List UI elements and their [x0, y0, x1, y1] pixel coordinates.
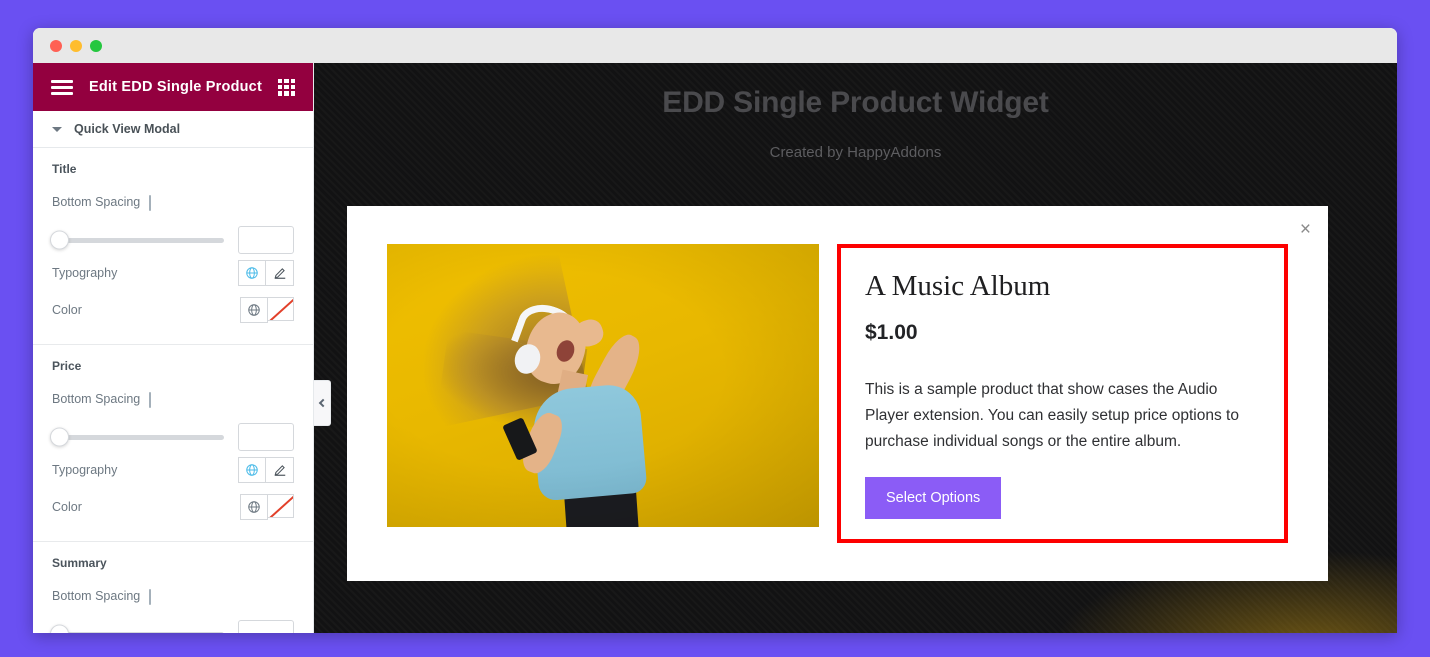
slider-knob[interactable] — [50, 427, 69, 447]
control-row-typography: Typography — [52, 260, 294, 286]
control-label-bottom-spacing: Bottom Spacing — [52, 588, 163, 605]
color-swatch-empty-button[interactable] — [268, 297, 294, 321]
panel-collapse-handle[interactable] — [314, 380, 331, 426]
control-label-color: Color — [52, 303, 82, 317]
slider-knob[interactable] — [50, 230, 69, 250]
control-row-bottom-spacing: Bottom Spacing — [52, 189, 294, 215]
typography-edit-button[interactable] — [266, 457, 294, 483]
product-price: $1.00 — [865, 321, 918, 344]
chevron-left-icon — [318, 398, 328, 408]
panel-title: Edit EDD Single Product — [89, 79, 262, 95]
bottom-spacing-text: Bottom Spacing — [52, 589, 141, 603]
editor-panel: Edit EDD Single Product Quick View Modal… — [33, 63, 331, 633]
window-body: Edit EDD Single Product Quick View Modal… — [33, 63, 1397, 633]
control-label-typography: Typography — [52, 463, 118, 477]
group-label-price: Price — [52, 359, 82, 373]
control-row-bottom-spacing: Bottom Spacing — [52, 386, 294, 412]
bottom-spacing-slider-row — [50, 423, 294, 451]
browser-window: Edit EDD Single Product Quick View Modal… — [33, 28, 1397, 633]
typography-buttons — [238, 457, 294, 483]
caret-down-icon — [52, 126, 62, 132]
control-group-price: Price Bottom Spacing Typography Color — [33, 345, 313, 542]
control-label-color: Color — [52, 500, 82, 514]
product-info-highlighted: A Music Album $1.00 This is a sample pro… — [837, 244, 1288, 543]
hamburger-icon[interactable] — [51, 79, 73, 95]
window-minimize-button[interactable] — [70, 39, 82, 52]
product-image — [387, 244, 819, 527]
bottom-spacing-input[interactable] — [238, 620, 294, 633]
color-global-button[interactable] — [240, 494, 268, 520]
bottom-spacing-slider-row — [50, 620, 294, 633]
product-description: This is a sample product that show cases… — [865, 381, 1239, 451]
control-label-bottom-spacing: Bottom Spacing — [52, 194, 163, 211]
monitor-icon[interactable] — [149, 588, 163, 605]
section-title: Quick View Modal — [74, 122, 181, 136]
monitor-icon[interactable] — [149, 391, 163, 408]
color-global-button[interactable] — [240, 297, 268, 323]
bottom-spacing-input[interactable] — [238, 226, 294, 254]
grid-icon[interactable] — [277, 78, 295, 96]
control-row-bottom-spacing: Bottom Spacing — [52, 583, 294, 609]
bottom-spacing-text: Bottom Spacing — [52, 195, 141, 209]
group-label-summary: Summary — [52, 556, 107, 570]
typography-edit-button[interactable] — [266, 260, 294, 286]
window-maximize-button[interactable] — [90, 39, 102, 52]
control-row-color: Color — [52, 297, 294, 323]
typography-global-button[interactable] — [238, 260, 266, 286]
control-row-typography: Typography — [52, 457, 294, 483]
select-options-button[interactable]: Select Options — [865, 477, 1002, 520]
control-group-summary: Summary Bottom Spacing — [33, 542, 313, 633]
control-row-color: Color — [52, 494, 294, 520]
color-buttons — [240, 494, 294, 520]
bottom-spacing-input[interactable] — [238, 423, 294, 451]
control-label-bottom-spacing: Bottom Spacing — [52, 391, 163, 408]
control-label-typography: Typography — [52, 266, 118, 280]
preview-subtitle: Created by HappyAddons — [769, 144, 942, 161]
bottom-spacing-slider[interactable] — [50, 229, 224, 251]
group-label-title: Title — [52, 162, 77, 176]
color-swatch-empty-button[interactable] — [268, 494, 294, 518]
browser-titlebar — [33, 28, 1397, 63]
product-title: A Music Album — [865, 270, 1051, 302]
control-group-title: Title Bottom Spacing Typography Color — [33, 148, 313, 345]
section-header-quick-view-modal[interactable]: Quick View Modal — [33, 111, 313, 148]
panel-header: Edit EDD Single Product — [33, 63, 313, 111]
bottom-spacing-text: Bottom Spacing — [52, 392, 141, 406]
typography-buttons — [238, 260, 294, 286]
window-close-button[interactable] — [50, 39, 62, 52]
slider-knob[interactable] — [50, 624, 69, 633]
close-icon[interactable]: × — [1300, 220, 1311, 239]
typography-global-button[interactable] — [238, 457, 266, 483]
monitor-icon[interactable] — [149, 194, 163, 211]
bottom-spacing-slider-row — [50, 226, 294, 254]
preview-title: EDD Single Product Widget — [662, 86, 1049, 119]
bottom-spacing-slider[interactable] — [50, 623, 224, 633]
color-buttons — [240, 297, 294, 323]
quick-view-modal: × A Music Album $1.00 This is a sample p… — [347, 206, 1328, 581]
bottom-spacing-slider[interactable] — [50, 426, 224, 448]
preview-canvas: EDD Single Product Widget Created by Hap… — [314, 63, 1397, 633]
